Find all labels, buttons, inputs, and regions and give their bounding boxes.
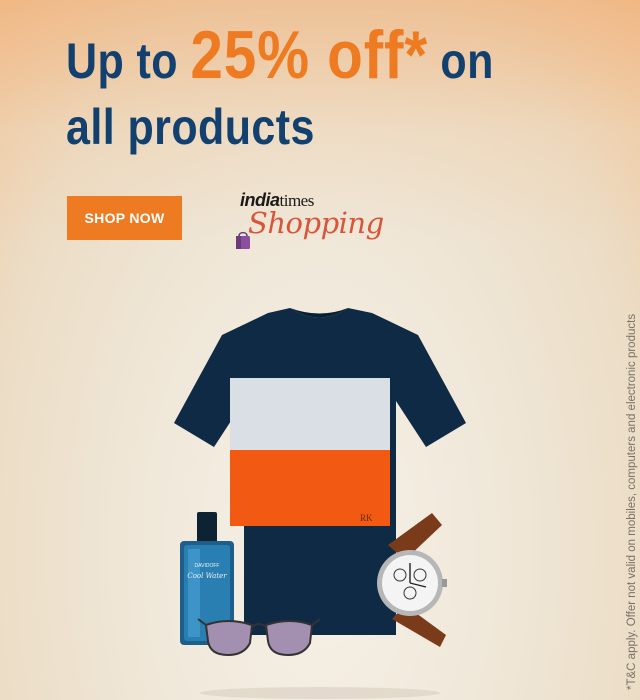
logo-shopping-text: Shopping	[248, 206, 384, 240]
shop-now-button[interactable]: SHOP NOW	[67, 196, 182, 240]
perfume-brand: DAVIDOFF	[195, 563, 220, 569]
perfume-name: Cool Water	[187, 572, 227, 580]
shopping-bag-icon	[236, 231, 250, 249]
products-illustration: RK DAVIDOFF Cool Water	[174, 308, 466, 699]
indiatimes-shopping-logo[interactable]: indiatimes Shopping	[232, 186, 392, 266]
headline-pre: Up to	[66, 33, 191, 89]
tshirt-label: RK	[360, 513, 373, 523]
headline: Up to 25% off* on all products	[66, 21, 513, 160]
terms-disclaimer: *T&C apply. Offer not valid on mobiles, …	[626, 313, 638, 690]
product-showcase[interactable]: RK DAVIDOFF Cool Water	[170, 305, 470, 700]
headline-accent: 25% off*	[190, 17, 428, 93]
sunglasses-image	[197, 618, 321, 657]
